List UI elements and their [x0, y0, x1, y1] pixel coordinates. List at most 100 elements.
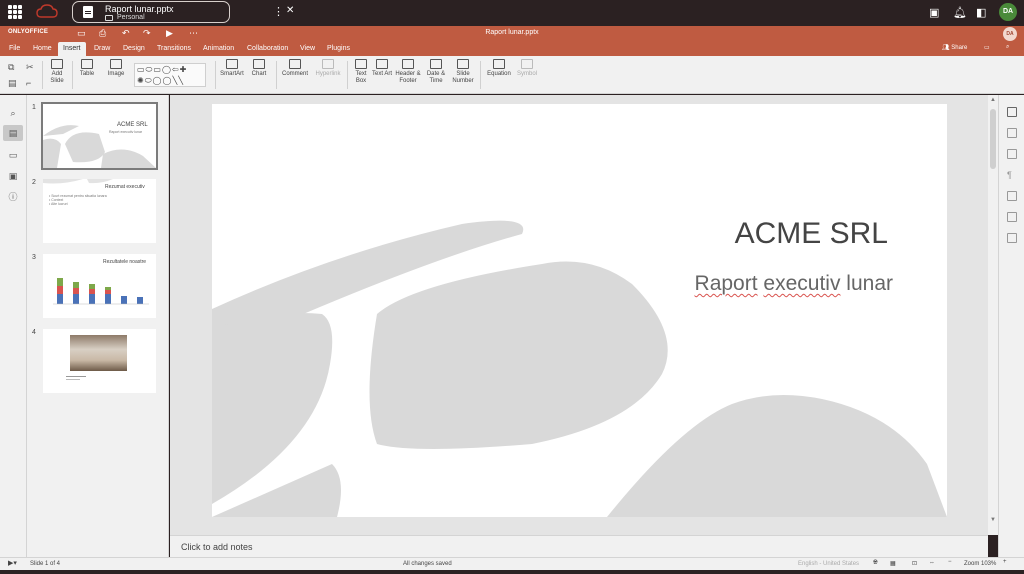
zoom-out-icon[interactable]: − — [948, 559, 952, 565]
scroll-thumb[interactable] — [990, 109, 996, 169]
calendar-icon — [430, 59, 442, 69]
tab-design[interactable]: Design — [118, 42, 150, 56]
thumbnail-slide-1[interactable]: ACME SRL Raport executiv lunar — [41, 102, 158, 170]
textart-settings-icon[interactable] — [1007, 233, 1017, 243]
notes-area[interactable]: Click to add notes — [170, 535, 988, 557]
slide-canvas[interactable]: ACME SRL Raport executiv lunar — [170, 95, 988, 535]
thumb-shapes — [43, 125, 156, 168]
thumbnail-slide-2[interactable]: Rezumat executiv • Scurt rezumat pentru … — [43, 179, 156, 243]
subtitle-word: Raport — [694, 272, 758, 295]
feedback-icon[interactable]: ▣ — [929, 6, 939, 19]
thumb-subtitle: Raport executiv lunar — [109, 130, 143, 134]
chart-button[interactable]: Chart — [249, 59, 269, 78]
paste-icon[interactable]: ▤ — [8, 78, 17, 89]
tab-insert[interactable]: Insert — [58, 42, 86, 56]
date-time-button[interactable]: Date & Time — [425, 59, 447, 85]
search-icon[interactable]: ⌕ — [7, 107, 19, 119]
add-slide-icon — [51, 59, 63, 69]
slide-number-label: Slide Number — [452, 71, 474, 84]
bell-icon[interactable]: 🔔︎ — [953, 6, 967, 19]
scroll-up-arrow[interactable]: ▲ — [990, 97, 996, 103]
info-icon[interactable]: ⓘ — [7, 191, 19, 203]
zoom-in-icon[interactable]: + — [1003, 559, 1007, 565]
symbol-button[interactable]: Symbol — [515, 59, 539, 78]
text-box-button[interactable]: Text Box — [351, 59, 371, 85]
copy-icon[interactable]: ⧉ — [8, 62, 14, 73]
header-footer-button[interactable]: Header & Footer — [394, 59, 422, 85]
tab-close-icon[interactable]: ✕ — [286, 5, 294, 16]
equation-label: Equation — [487, 71, 511, 77]
slide-counter: Slide 1 of 4 — [30, 561, 61, 567]
vertical-scrollbar[interactable]: ▲ ▼ — [988, 95, 998, 535]
slide-title[interactable]: ACME SRL — [662, 217, 888, 251]
user-avatar[interactable]: DA — [999, 3, 1017, 21]
thumb-title: ACME SRL — [117, 122, 148, 128]
bar-group — [57, 278, 143, 304]
current-slide[interactable]: ACME SRL Raport executiv lunar — [212, 104, 947, 517]
image-button[interactable]: Image — [106, 59, 126, 78]
omega-icon — [521, 59, 533, 69]
hyperlink-icon — [322, 59, 334, 69]
cut-icon[interactable]: ✂ — [26, 62, 34, 73]
table-settings-icon[interactable] — [1007, 191, 1017, 201]
header-avatar[interactable]: DA — [1003, 27, 1017, 41]
image-icon — [110, 59, 122, 69]
chat-icon[interactable]: ▣ — [7, 170, 19, 182]
tab-location: Personal — [117, 14, 145, 21]
tab-animation[interactable]: Animation — [198, 42, 239, 56]
slide-settings-icon[interactable] — [1007, 107, 1017, 117]
save-status: All changes saved — [403, 561, 452, 567]
shape-settings-icon[interactable] — [1007, 128, 1017, 138]
smartart-button[interactable]: SmartArt — [219, 59, 245, 78]
globe-icon[interactable]: 🌐︎ — [873, 560, 878, 567]
notes-placeholder: Click to add notes — [181, 542, 253, 552]
tab-title: Raport lunar.pptx — [105, 4, 174, 14]
comments-icon[interactable]: ▭ — [7, 149, 19, 161]
tab-draw[interactable]: Draw — [89, 42, 115, 56]
apps-grid-icon[interactable] — [8, 5, 22, 19]
tab-view[interactable]: View — [295, 42, 320, 56]
slide-number-icon — [457, 59, 469, 69]
text-art-button[interactable]: Text Art — [372, 59, 392, 78]
tab-collaboration[interactable]: Collaboration — [242, 42, 293, 56]
paragraph-settings-icon[interactable]: ¶ — [1007, 170, 1017, 180]
symbol-label: Symbol — [516, 71, 537, 77]
zoom-level: Zoom 103% — [964, 561, 997, 567]
thumb-photo — [70, 335, 127, 371]
scroll-down-arrow[interactable]: ▼ — [990, 517, 996, 523]
thumb-title: Rezultatele noastre — [103, 259, 147, 265]
hyperlink-button[interactable]: Hyperlink — [313, 59, 343, 78]
fit-slide-icon[interactable]: ⊡ — [912, 560, 917, 567]
thumbnail-slide-3[interactable]: Rezultatele noastre — [43, 254, 156, 318]
shapes-gallery[interactable]: ▭⬭▭◯⇦✚ ✺⬭◯◯╲╲ — [134, 63, 206, 87]
cloud-logo-icon[interactable] — [36, 3, 58, 21]
tab-file[interactable]: File — [4, 42, 25, 56]
fit-width-icon[interactable]: ⇔ — [929, 560, 935, 566]
table-button[interactable]: Table — [77, 59, 97, 78]
tab-more-icon[interactable]: ⋮ — [273, 5, 284, 18]
open-location-icon[interactable]: ▭ — [984, 44, 990, 51]
share-button[interactable]: 👥︎ Share — [942, 44, 967, 51]
format-painter-icon[interactable]: ⌐ — [26, 78, 31, 88]
tab-transitions[interactable]: Transitions — [152, 42, 196, 56]
table-icon — [81, 59, 93, 69]
sidebar-toggle-icon[interactable]: ◧ — [976, 6, 986, 19]
slide-subtitle[interactable]: Raport executiv lunar — [612, 272, 893, 296]
slides-panel-icon[interactable]: ▤ — [3, 125, 23, 141]
slide-number-button[interactable]: Slide Number — [450, 59, 476, 85]
app-header: ONLYOFFICE ▭ ⎙ ↶ ↷ ▶ ⋯ Raport lunar.pptx… — [0, 26, 1024, 42]
thumbnail-slide-4[interactable] — [43, 329, 156, 393]
tab-home[interactable]: Home — [28, 42, 57, 56]
add-slide-button[interactable]: Add Slide — [46, 59, 68, 85]
document-tab[interactable]: Raport lunar.pptx Personal ⋮ ✕ — [72, 1, 294, 23]
language-selector[interactable]: English - United States — [798, 561, 859, 567]
slideshow-icon[interactable]: ▶▾ — [8, 559, 17, 567]
tab-plugins[interactable]: Plugins — [322, 42, 355, 56]
thumb-number: 2 — [32, 179, 36, 186]
comment-button[interactable]: Comment — [280, 59, 310, 78]
chart-settings-icon[interactable] — [1007, 212, 1017, 222]
equation-button[interactable]: Equation — [484, 59, 514, 78]
search-icon[interactable]: ⌕ — [1006, 44, 1009, 51]
image-settings-icon[interactable] — [1007, 149, 1017, 159]
spellcheck-icon[interactable]: ▦ — [890, 560, 896, 567]
